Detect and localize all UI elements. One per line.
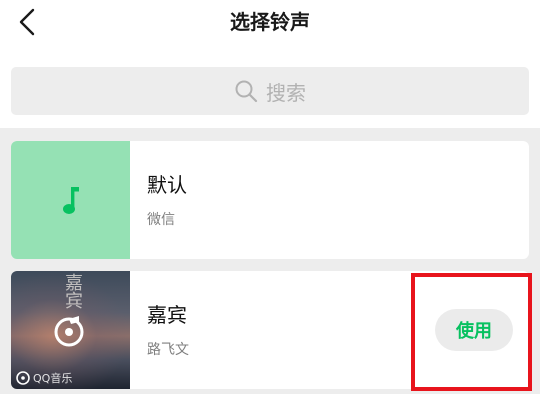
ringtone-name: 默认 xyxy=(147,173,187,197)
search-placeholder: 搜索 xyxy=(266,80,306,105)
ringtone-artist: 微信 xyxy=(147,212,175,228)
album-cover: 嘉宾 QQ音乐 xyxy=(11,271,130,389)
ringtone-item-default[interactable]: 默认 微信 xyxy=(11,141,529,259)
watermark-text: QQ音乐 xyxy=(33,372,73,385)
music-note-icon xyxy=(62,187,79,214)
search-input[interactable]: 搜索 xyxy=(11,67,529,115)
qq-music-logo-icon xyxy=(16,371,30,385)
qq-music-icon xyxy=(54,316,84,347)
ringtone-artist: 路飞文 xyxy=(147,342,189,358)
qq-music-watermark: QQ音乐 xyxy=(16,370,72,386)
cover-title: 嘉宾 xyxy=(65,273,83,312)
use-button[interactable]: 使用 xyxy=(435,309,513,351)
page-title: 选择铃声 xyxy=(230,10,310,34)
search-icon xyxy=(235,80,258,103)
ringtone-name: 嘉宾 xyxy=(147,303,187,327)
search-area: 搜索 xyxy=(0,50,540,128)
ringtone-thumbnail xyxy=(11,141,130,259)
top-bar: 选择铃声 xyxy=(0,0,540,50)
